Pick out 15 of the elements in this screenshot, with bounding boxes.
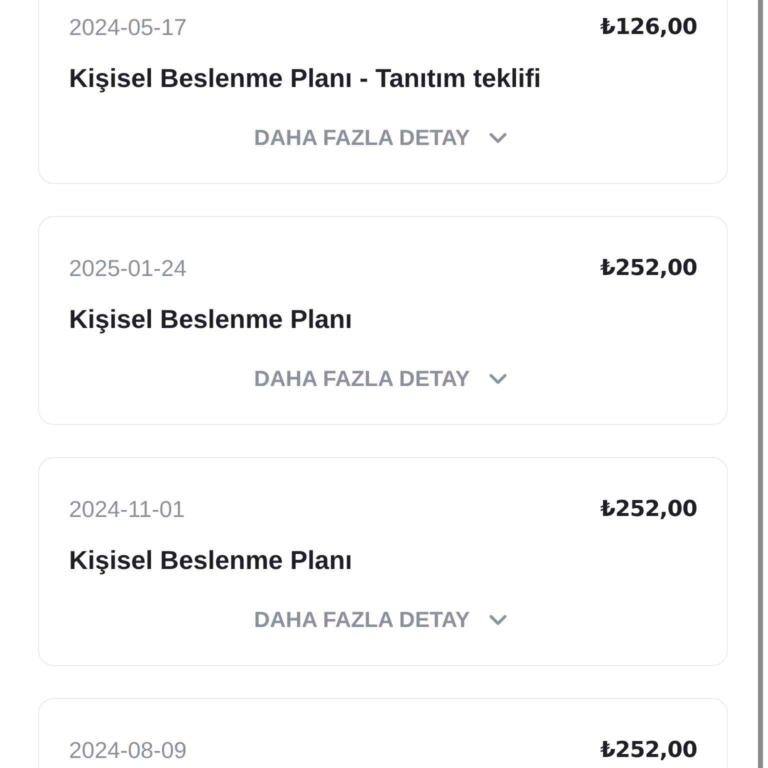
order-date: 2024-05-17 — [69, 14, 187, 41]
order-title: Kişisel Beslenme Planı — [69, 304, 354, 335]
order-price: ₺252,00 — [600, 497, 697, 522]
order-title: Kişisel Beslenme Planı - Tanıtım teklifi — [69, 63, 542, 94]
order-date: 2025-01-24 — [69, 255, 187, 282]
scrollbar[interactable] — [758, 0, 763, 768]
more-details-button[interactable]: DAHA FAZLA DETAY — [254, 124, 512, 152]
order-title: Kişisel Beslenme Planı — [69, 545, 354, 576]
order-price: ₺252,00 — [600, 256, 697, 281]
order-date: 2024-08-09 — [69, 737, 187, 764]
more-details-button[interactable]: DAHA FAZLA DETAY — [254, 606, 512, 634]
order-date: 2024-11-01 — [69, 496, 185, 523]
order-price: ₺252,00 — [600, 738, 697, 763]
order-price: ₺126,00 — [600, 15, 697, 40]
more-details-button[interactable]: DAHA FAZLA DETAY — [254, 365, 512, 393]
